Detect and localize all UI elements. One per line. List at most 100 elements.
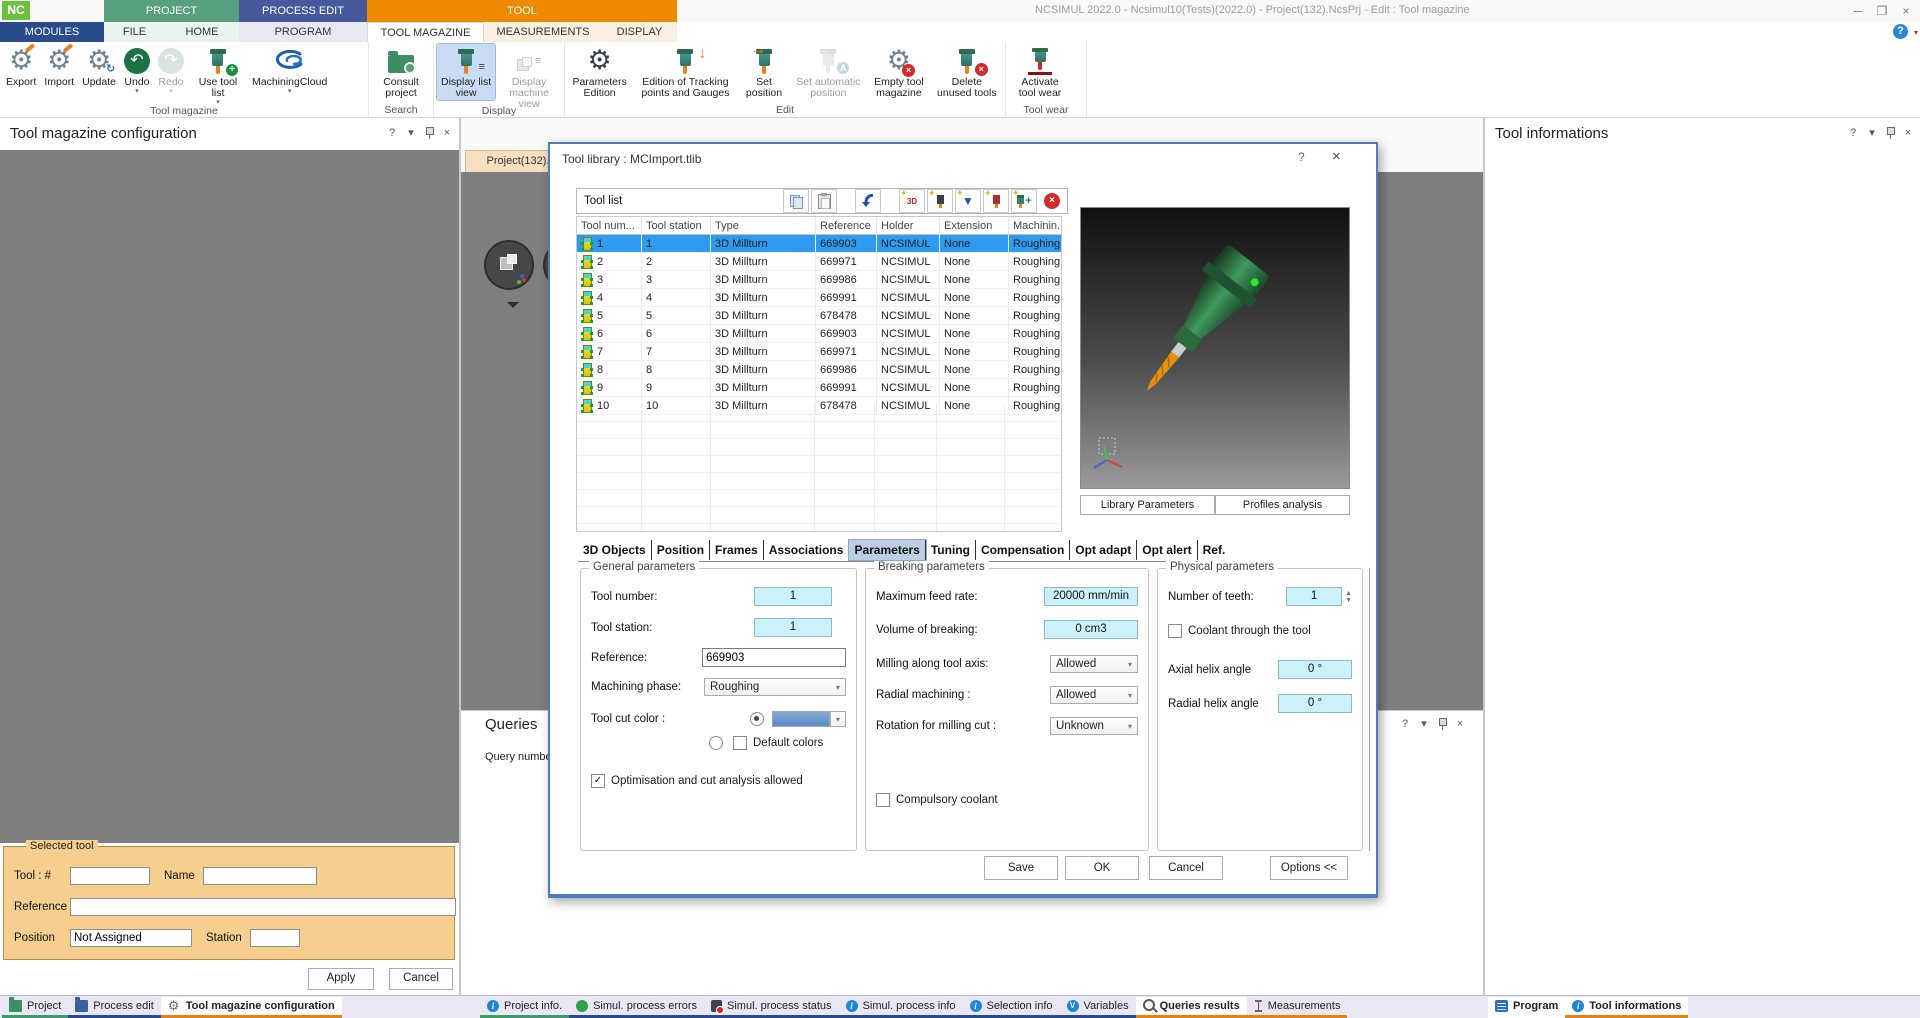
dialog-tab[interactable]: Ref. bbox=[1198, 540, 1231, 560]
library-parameters-button[interactable]: Library Parameters bbox=[1080, 495, 1215, 515]
table-column-header[interactable]: Tool num... bbox=[577, 217, 642, 235]
help-icon[interactable]: ? bbox=[1399, 718, 1411, 730]
delete-tool-button[interactable]: × bbox=[1039, 189, 1065, 213]
tool-3d-preview[interactable] bbox=[1080, 207, 1350, 489]
selected-tool-number-input[interactable] bbox=[70, 867, 150, 885]
statusbar-tab[interactable]: Tool magazine configuration bbox=[161, 997, 342, 1018]
statusbar-tab[interactable]: Measurements bbox=[1247, 997, 1348, 1018]
new-tool-button[interactable] bbox=[927, 189, 953, 213]
compulsory-coolant-checkbox[interactable] bbox=[876, 793, 890, 807]
table-row[interactable]: 7 7 3D Millturn 669971 NCSIMUL None Roug… bbox=[577, 343, 1062, 361]
new-import-button[interactable]: ▼ bbox=[955, 189, 981, 213]
machining-phase-select[interactable]: Roughing▾ bbox=[704, 678, 846, 696]
dialog-tab[interactable]: Associations bbox=[764, 540, 850, 560]
table-row[interactable]: 4 4 3D Millturn 669991 NCSIMUL None Roug… bbox=[577, 289, 1062, 307]
table-row[interactable]: 8 8 3D Millturn 669986 NCSIMUL None Roug… bbox=[577, 361, 1062, 379]
parameters-edition-button[interactable]: ⚙ Parameters Edition bbox=[568, 44, 631, 100]
spinner-stepper[interactable]: ▲▼ bbox=[1345, 590, 1352, 604]
selected-tool-station-input[interactable] bbox=[250, 929, 300, 947]
tab-tool-magazine[interactable]: TOOL MAGAZINE bbox=[367, 22, 484, 42]
dialog-tab[interactable]: Parameters bbox=[849, 540, 925, 560]
close-button[interactable]: × bbox=[1896, 3, 1916, 19]
dialog-tab[interactable]: Compensation bbox=[976, 540, 1070, 560]
consult-project-button[interactable]: Consult project bbox=[372, 44, 430, 100]
statusbar-tab[interactable]: Tool informations bbox=[1565, 997, 1688, 1018]
statusbar-tab[interactable]: Project bbox=[2, 997, 68, 1018]
empty-tool-magazine-button[interactable]: ⚙× Empty tool magazine bbox=[868, 44, 929, 100]
milling-along-tool-axis-select[interactable]: Allowed▾ bbox=[1050, 655, 1138, 673]
ok-button[interactable]: OK bbox=[1065, 856, 1139, 880]
statusbar-tab[interactable]: Simul. process errors bbox=[569, 997, 704, 1018]
color-dropdown-button[interactable]: ▾ bbox=[830, 711, 846, 727]
table-row[interactable]: 2 2 3D Millturn 669971 NCSIMUL None Roug… bbox=[577, 253, 1062, 271]
statusbar-tab[interactable]: Selection info bbox=[963, 997, 1060, 1018]
table-row[interactable]: 9 9 3D Millturn 669991 NCSIMUL None Roug… bbox=[577, 379, 1062, 397]
table-column-header[interactable]: Machinin... bbox=[1009, 217, 1063, 235]
activate-tool-wear-button[interactable]: Activate tool wear bbox=[1009, 44, 1071, 100]
statusbar-tab[interactable]: Project info. bbox=[480, 997, 569, 1018]
close-icon[interactable]: × bbox=[1902, 127, 1914, 139]
apply-button[interactable]: Apply bbox=[308, 968, 374, 990]
chevron-down-icon[interactable]: ▾ bbox=[405, 127, 417, 139]
default-colors-radio[interactable] bbox=[709, 736, 723, 750]
dialog-cancel-button[interactable]: Cancel bbox=[1149, 856, 1223, 880]
chevron-down-icon[interactable]: ▾ bbox=[1914, 28, 1918, 37]
optimisation-checkbox[interactable]: ✓ bbox=[591, 774, 605, 788]
statusbar-tab[interactable]: Simul. process status bbox=[704, 997, 839, 1018]
tab-display[interactable]: DISPLAY bbox=[602, 22, 677, 42]
chevron-down-icon[interactable]: ▾ bbox=[1418, 718, 1430, 730]
help-icon[interactable]: ? bbox=[386, 127, 398, 139]
table-column-header[interactable]: Reference bbox=[816, 217, 877, 235]
delete-unused-tools-button[interactable]: × Delete unused tools bbox=[932, 44, 1002, 100]
save-button[interactable]: Save bbox=[984, 856, 1058, 880]
export-button[interactable]: ⚙ Export bbox=[3, 44, 39, 89]
profiles-analysis-button[interactable]: Profiles analysis bbox=[1215, 495, 1350, 515]
dialog-close-icon[interactable]: × bbox=[1332, 148, 1341, 165]
close-icon[interactable]: × bbox=[441, 127, 453, 139]
set-position-button[interactable]: → Set position bbox=[740, 44, 789, 100]
chevron-down-icon[interactable] bbox=[507, 302, 519, 314]
edition-tracking-points-button[interactable]: ↓ Edition of Tracking points and Gauges bbox=[633, 44, 737, 100]
selected-tool-position-input[interactable] bbox=[70, 929, 192, 947]
color-swatch[interactable] bbox=[772, 711, 830, 727]
table-column-header[interactable]: Type bbox=[711, 217, 816, 235]
close-icon[interactable]: × bbox=[1454, 718, 1466, 730]
pin-icon[interactable] bbox=[1437, 717, 1447, 730]
chevron-down-icon[interactable]: ▾ bbox=[1866, 127, 1878, 139]
new-holder-button[interactable] bbox=[983, 189, 1009, 213]
dialog-tab[interactable]: Opt adapt bbox=[1070, 540, 1137, 560]
table-column-header[interactable]: Tool station bbox=[642, 217, 711, 235]
import-tool-button[interactable] bbox=[855, 189, 881, 213]
selected-tool-reference-input[interactable] bbox=[70, 898, 456, 916]
pin-icon[interactable] bbox=[424, 126, 434, 139]
update-button[interactable]: ⚙↻ Update bbox=[79, 44, 119, 89]
copy-button[interactable] bbox=[783, 189, 809, 213]
dialog-tab[interactable]: Frames bbox=[710, 540, 764, 560]
statusbar-tab[interactable]: Process edit bbox=[68, 997, 161, 1018]
table-row[interactable]: 5 5 3D Millturn 678478 NCSIMUL None Roug… bbox=[577, 307, 1062, 325]
dialog-tab[interactable]: Tuning bbox=[926, 540, 976, 560]
display-list-view-button[interactable]: ≡ Display list view bbox=[437, 44, 495, 100]
custom-color-radio[interactable] bbox=[750, 712, 764, 726]
statusbar-tab[interactable]: Variables bbox=[1060, 997, 1136, 1018]
radial-machining-select[interactable]: Allowed▾ bbox=[1050, 686, 1138, 704]
help-icon[interactable]: ? bbox=[1893, 24, 1908, 39]
minimize-button[interactable]: ─ bbox=[1848, 3, 1868, 19]
cancel-button[interactable]: Cancel bbox=[389, 968, 453, 990]
undo-button[interactable]: ↶ Undo▾ bbox=[121, 44, 153, 97]
new-3d-tool-button[interactable]: 3D bbox=[899, 189, 925, 213]
selected-tool-name-input[interactable] bbox=[203, 867, 317, 885]
use-tool-list-button[interactable]: + Use tool list▾ bbox=[189, 44, 247, 108]
pin-icon[interactable] bbox=[1885, 126, 1895, 139]
tab-program[interactable]: PROGRAM bbox=[239, 22, 367, 42]
statusbar-tab[interactable]: Program bbox=[1488, 997, 1565, 1018]
rotation-for-milling-cut-select[interactable]: Unknown▾ bbox=[1050, 717, 1138, 735]
statusbar-tab[interactable]: Queries results bbox=[1136, 997, 1247, 1018]
coolant-through-tool-checkbox[interactable] bbox=[1168, 624, 1182, 638]
dialog-tab[interactable]: Opt alert bbox=[1137, 540, 1197, 560]
dialog-tab[interactable]: Position bbox=[652, 540, 710, 560]
view-orientation-button[interactable] bbox=[484, 240, 534, 290]
import-button[interactable]: ⚙ Import bbox=[41, 44, 77, 89]
table-row[interactable]: 6 6 3D Millturn 669903 NCSIMUL None Roug… bbox=[577, 325, 1062, 343]
table-column-header[interactable]: Extension bbox=[940, 217, 1009, 235]
